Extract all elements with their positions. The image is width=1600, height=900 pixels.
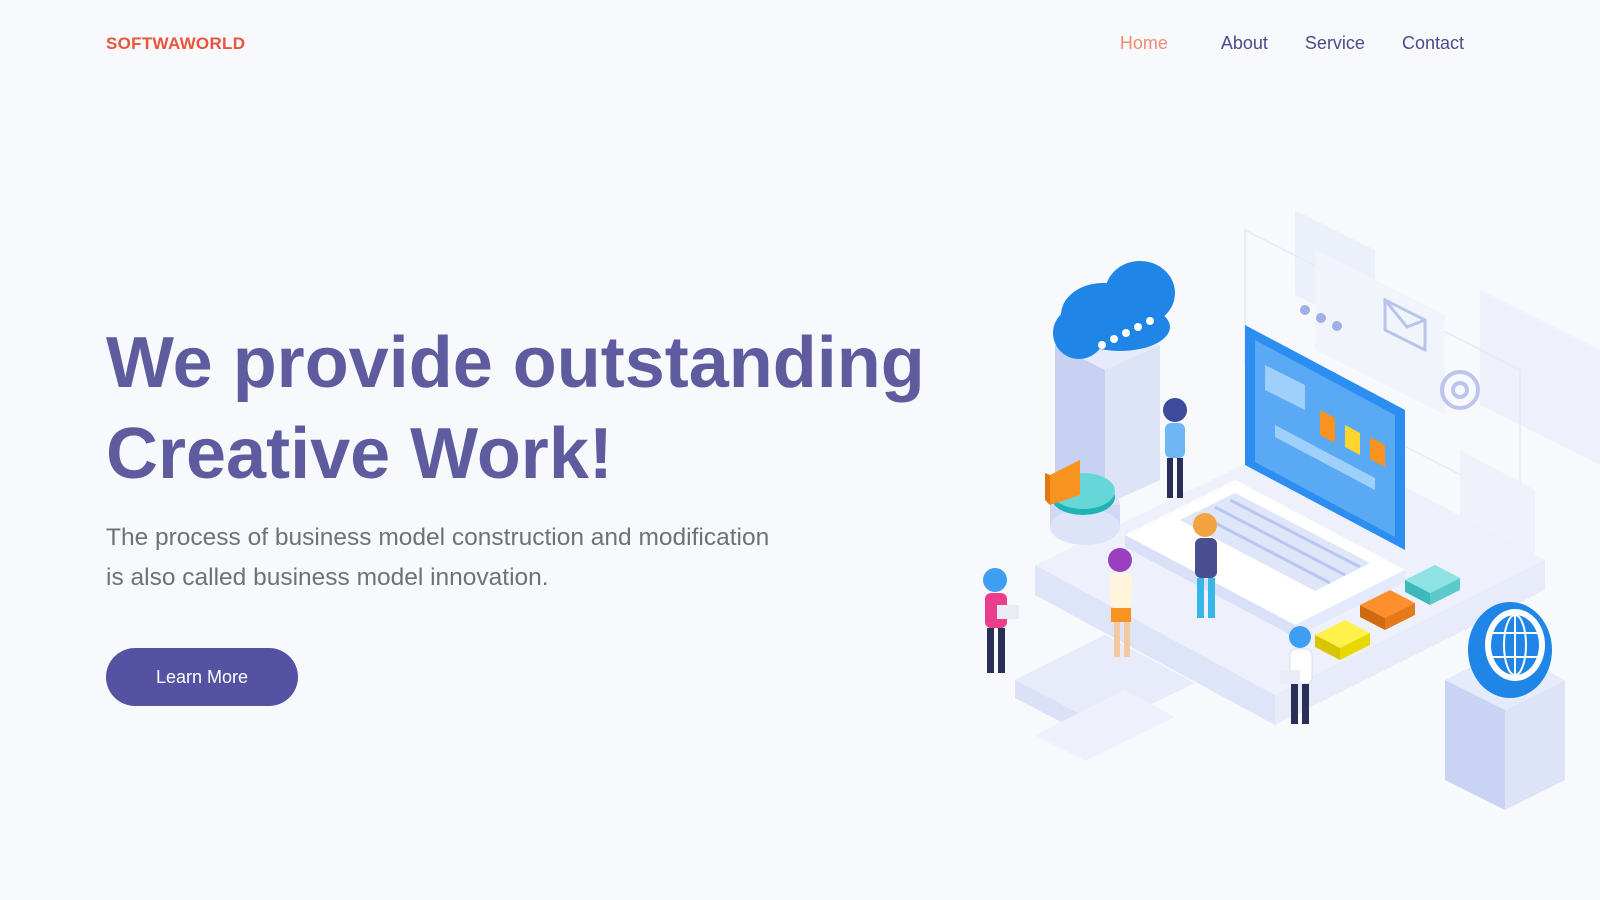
hero-title-line-1: We provide outstanding <box>106 323 925 403</box>
at-sign-icon <box>1440 370 1480 410</box>
person-4 <box>983 568 1019 673</box>
person-1 <box>1163 398 1187 498</box>
main-nav: Home About Service Contact <box>1120 33 1464 54</box>
hero-title: We provide outstanding Creative Work! <box>106 318 966 500</box>
globe-icon <box>1445 602 1565 810</box>
nav-link-about[interactable]: About <box>1221 33 1268 54</box>
hero-subtitle-line-1: The process of business model constructi… <box>106 524 770 551</box>
nav-link-home[interactable]: Home <box>1120 33 1168 54</box>
hero-subtitle-line-2: is also called business model innovation… <box>106 564 549 591</box>
hero-subtitle: The process of business model constructi… <box>106 518 806 598</box>
hero-title-line-2: Creative Work! <box>106 414 613 494</box>
brand-logo[interactable]: SOFTWAWORLD <box>106 34 245 54</box>
hero-illustration <box>983 210 1600 810</box>
learn-more-button[interactable]: Learn More <box>106 648 298 706</box>
nav-link-service[interactable]: Service <box>1305 33 1365 54</box>
nav-link-contact[interactable]: Contact <box>1402 33 1464 54</box>
